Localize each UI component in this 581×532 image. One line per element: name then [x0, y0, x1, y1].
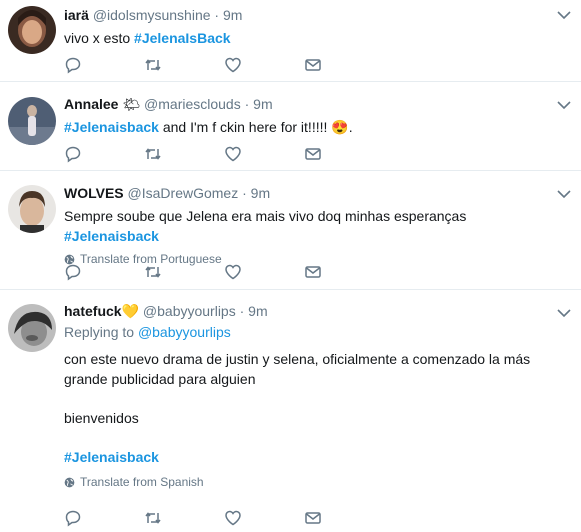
reply-icon: [65, 264, 81, 281]
reply-button[interactable]: [64, 56, 144, 74]
direct-message-icon: [305, 59, 321, 71]
like-button[interactable]: [224, 263, 304, 281]
like-button[interactable]: [224, 509, 304, 527]
tweet-actions: [64, 145, 384, 163]
tweet-text: #Jelenaisback and I'm f ckin here for it…: [64, 117, 547, 137]
like-button[interactable]: [224, 56, 304, 74]
username[interactable]: @idolsmysunshine: [93, 7, 211, 23]
replying-label: Replying to: [64, 324, 138, 340]
retweet-icon: [145, 59, 161, 71]
retweet-button[interactable]: [144, 56, 224, 74]
tweet-header: WOLVES @IsaDrewGomez · 9m: [64, 184, 547, 202]
reply-button[interactable]: [64, 263, 144, 281]
like-button[interactable]: [224, 145, 304, 163]
tweet-actions: [64, 263, 384, 281]
retweet-icon: [145, 512, 161, 524]
retweet-icon: [145, 148, 161, 160]
avatar[interactable]: [8, 304, 56, 352]
tweet-actions: [64, 509, 384, 527]
tweet[interactable]: hatefuck💛 @babyyourlips · 9m Replying to…: [0, 290, 581, 532]
direct-message-button[interactable]: [304, 56, 384, 74]
hashtag-link[interactable]: #Jelenaisback: [64, 119, 159, 135]
display-name[interactable]: WOLVES: [64, 185, 124, 201]
direct-message-icon: [305, 512, 321, 524]
tweet-text-content: and I'm f ckin here for it!!!!! 😍.: [158, 119, 353, 135]
avatar[interactable]: [8, 6, 56, 54]
retweet-button[interactable]: [144, 145, 224, 163]
timestamp[interactable]: · 9m: [242, 185, 270, 201]
tweet-paragraph: bienvenidos: [64, 410, 139, 426]
direct-message-icon: [305, 148, 321, 160]
tweet[interactable]: Annalee 🌤 @mariesclouds · 9m #Jelenaisba…: [0, 82, 581, 171]
display-name[interactable]: iarä: [64, 7, 89, 23]
display-name[interactable]: hatefuck: [64, 303, 122, 319]
username[interactable]: @IsaDrewGomez: [128, 185, 239, 201]
avatar[interactable]: [8, 185, 56, 233]
like-icon: [225, 510, 241, 526]
reply-button[interactable]: [64, 145, 144, 163]
direct-message-icon: [305, 266, 321, 278]
tweet-text: Sempre soube que Jelena era mais vivo do…: [64, 206, 547, 246]
tweet[interactable]: WOLVES @IsaDrewGomez · 9m Sempre soube q…: [0, 171, 581, 290]
tweet[interactable]: iarä @idolsmysunshine · 9m vivo x esto #…: [0, 0, 581, 82]
tweet-hashtag-line: #Jelenaisback: [64, 447, 547, 467]
like-icon: [225, 146, 241, 162]
timestamp[interactable]: · 9m: [245, 96, 273, 112]
tweet-header: Annalee 🌤 @mariesclouds · 9m: [64, 95, 547, 113]
hashtag-link[interactable]: #JelenaIsBack: [134, 30, 231, 46]
timestamp[interactable]: · 9m: [240, 303, 268, 319]
direct-message-button[interactable]: [304, 263, 384, 281]
username[interactable]: @mariesclouds: [144, 96, 241, 112]
retweet-button[interactable]: [144, 509, 224, 527]
tweet-feed: iarä @idolsmysunshine · 9m vivo x esto #…: [0, 0, 581, 532]
reply-icon: [65, 510, 81, 527]
replying-to-link[interactable]: @babyyourlips: [138, 324, 231, 340]
tweet-actions: [64, 56, 384, 74]
display-name[interactable]: Annalee: [64, 96, 118, 112]
reply-icon: [65, 57, 81, 74]
tweet-text-content: Sempre soube que Jelena era mais vivo do…: [64, 208, 467, 224]
retweet-icon: [145, 266, 161, 278]
timestamp[interactable]: · 9m: [214, 7, 242, 23]
name-emoji: 🌤: [122, 96, 141, 112]
caret-down-icon[interactable]: [557, 10, 571, 20]
translate-label: Translate from Spanish: [80, 475, 204, 489]
name-emoji: 💛: [121, 303, 140, 319]
reply-icon: [65, 146, 81, 163]
translate-link[interactable]: Translate from Spanish: [64, 475, 547, 489]
username[interactable]: @babyyourlips: [143, 303, 236, 319]
hashtag-link[interactable]: #Jelenaisback: [64, 228, 159, 244]
avatar[interactable]: [8, 97, 56, 145]
tweet-text: vivo x esto #JelenaIsBack: [64, 28, 547, 48]
globe-icon: [64, 477, 75, 487]
reply-button[interactable]: [64, 509, 144, 527]
caret-down-icon[interactable]: [557, 189, 571, 199]
caret-down-icon[interactable]: [557, 100, 571, 110]
direct-message-button[interactable]: [304, 145, 384, 163]
tweet-header: iarä @idolsmysunshine · 9m: [64, 6, 547, 24]
retweet-button[interactable]: [144, 263, 224, 281]
direct-message-button[interactable]: [304, 509, 384, 527]
like-icon: [225, 264, 241, 280]
tweet-paragraph: con este nuevo drama de justin y selena,…: [64, 351, 531, 387]
tweet-text-content: vivo x esto: [64, 30, 135, 46]
replying-to: Replying to @babyyourlips: [64, 322, 547, 342]
like-icon: [225, 57, 241, 73]
hashtag-link[interactable]: #Jelenaisback: [64, 449, 159, 465]
caret-down-icon[interactable]: [557, 308, 571, 318]
tweet-header: hatefuck💛 @babyyourlips · 9m: [64, 302, 547, 320]
